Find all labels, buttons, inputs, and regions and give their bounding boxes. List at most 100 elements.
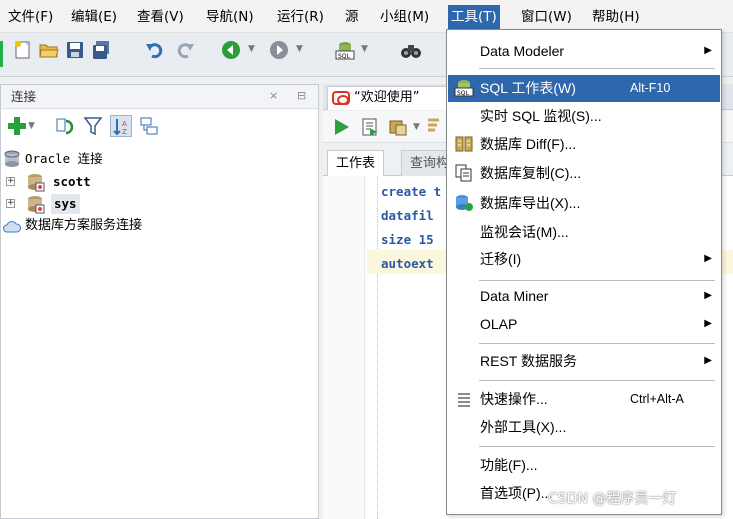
minimize-icon[interactable]: ⊟ bbox=[297, 89, 306, 103]
database-icon bbox=[3, 150, 21, 168]
svg-text:SQL: SQL bbox=[457, 90, 470, 97]
tree-label: 数据库方案服务连接 bbox=[25, 218, 143, 233]
database-copy-icon bbox=[454, 164, 474, 182]
menu-item-label: 功能(F)... bbox=[480, 457, 538, 473]
tab-welcome[interactable]: “欢迎使用” bbox=[327, 86, 457, 110]
menu-view[interactable]: 查看(V) bbox=[134, 7, 187, 27]
fold-guide bbox=[377, 176, 378, 519]
database-export-icon bbox=[454, 194, 474, 212]
watermark: CSDN @程序员一灯 bbox=[548, 491, 677, 507]
menu-item-database-export[interactable]: 数据库导出(X)... bbox=[448, 190, 720, 216]
expand-icon[interactable]: + bbox=[6, 199, 15, 208]
sort-icon[interactable]: AZ bbox=[110, 115, 132, 137]
menu-item-sql-worksheet[interactable]: SQL SQL 工作表(W) Alt-F10 bbox=[448, 75, 720, 102]
add-connection-icon[interactable] bbox=[6, 115, 28, 137]
menu-item-data-miner[interactable]: Data Miner ▶ bbox=[448, 283, 720, 309]
forward-dropdown-icon[interactable]: ▼ bbox=[296, 44, 303, 54]
menu-item-shortcut: Ctrl+Alt-A bbox=[630, 392, 684, 406]
menu-item-features[interactable]: 功能(F)... bbox=[448, 452, 720, 478]
tools-menu: Data Modeler ▶ SQL SQL 工作表(W) Alt-F10 实时… bbox=[446, 29, 722, 515]
menu-run[interactable]: 运行(R) bbox=[274, 7, 327, 27]
sql-dropdown-icon[interactable]: ▼ bbox=[361, 44, 368, 54]
menu-item-realtime-sql-monitor[interactable]: 实时 SQL 监视(S)... bbox=[448, 103, 720, 129]
menu-separator bbox=[479, 280, 715, 281]
connection-db-icon bbox=[25, 194, 45, 214]
connections-panel: 连接 × ⊟ ▼ AZ Oracle 连接 + scott + sys 数据库方… bbox=[0, 84, 319, 519]
code-line: autoext bbox=[381, 256, 434, 271]
cloud-icon bbox=[3, 220, 21, 233]
close-icon[interactable]: × bbox=[269, 89, 278, 103]
oracle-icon bbox=[332, 91, 350, 105]
code-line: size 15 bbox=[381, 232, 434, 247]
sql-worksheet-icon: SQL bbox=[454, 79, 474, 97]
menu-item-database-copy[interactable]: 数据库复制(C)... bbox=[448, 160, 720, 186]
connections-toolbar: ▼ AZ bbox=[6, 115, 306, 139]
connections-panel-title: 连接 bbox=[11, 89, 37, 104]
menu-item-label: OLAP bbox=[480, 316, 518, 332]
menu-help[interactable]: 帮助(H) bbox=[589, 7, 643, 27]
menu-item-rest-data-services[interactable]: REST 数据服务 ▶ bbox=[448, 348, 720, 374]
menu-item-label: Data Modeler bbox=[480, 43, 565, 59]
menu-item-shortcut: Alt-F10 bbox=[630, 81, 671, 95]
binoculars-icon[interactable] bbox=[400, 39, 422, 61]
menu-item-label: 首选项(P)... bbox=[480, 485, 553, 501]
menu-file[interactable]: 文件(F) bbox=[5, 7, 56, 27]
menu-edit[interactable]: 编辑(E) bbox=[68, 7, 120, 27]
save-icon[interactable] bbox=[64, 39, 86, 61]
run-script-icon[interactable] bbox=[359, 116, 381, 138]
menu-item-data-modeler[interactable]: Data Modeler ▶ bbox=[448, 38, 720, 64]
menu-tools[interactable]: 工具(T) bbox=[448, 5, 500, 29]
tree-label: sys bbox=[51, 194, 80, 214]
submenu-arrow-icon: ▶ bbox=[704, 253, 712, 264]
connections-panel-header: 连接 × ⊟ bbox=[1, 85, 318, 109]
menu-item-label: 数据库复制(C)... bbox=[480, 165, 582, 181]
submenu-arrow-icon: ▶ bbox=[704, 290, 712, 301]
menu-item-quick-actions[interactable]: 快速操作... Ctrl+Alt-A bbox=[448, 386, 720, 412]
sql-tuning-icon[interactable] bbox=[387, 116, 409, 138]
save-all-icon[interactable] bbox=[90, 39, 112, 61]
menu-item-olap[interactable]: OLAP ▶ bbox=[448, 311, 720, 337]
run-statement-icon[interactable] bbox=[331, 116, 353, 138]
menu-item-database-diff[interactable]: 数据库 Diff(F)... bbox=[448, 131, 720, 157]
tab-worksheet[interactable]: 工作表 bbox=[327, 150, 385, 176]
schema-browser-icon[interactable] bbox=[138, 115, 160, 137]
menu-navigate[interactable]: 导航(N) bbox=[203, 7, 257, 27]
menu-separator bbox=[479, 343, 715, 344]
refresh-icon[interactable] bbox=[54, 115, 76, 137]
menu-source[interactable]: 源 bbox=[342, 7, 362, 27]
filter-icon[interactable] bbox=[82, 115, 104, 137]
menu-separator bbox=[479, 446, 715, 447]
menu-item-label: 数据库 Diff(F)... bbox=[480, 136, 577, 152]
menu-item-label: Data Miner bbox=[480, 288, 549, 304]
menu-item-label: 数据库导出(X)... bbox=[480, 195, 581, 211]
back-dropdown-icon[interactable]: ▼ bbox=[248, 44, 255, 54]
redo-icon[interactable] bbox=[174, 39, 196, 61]
svg-text:A: A bbox=[122, 120, 127, 128]
tree-label: scott bbox=[53, 174, 91, 189]
submenu-arrow-icon: ▶ bbox=[704, 318, 712, 329]
explain-plan-icon[interactable] bbox=[425, 116, 447, 138]
forward-icon[interactable] bbox=[268, 39, 290, 61]
sql-icon[interactable]: SQL bbox=[334, 39, 356, 61]
menu-item-label: REST 数据服务 bbox=[480, 353, 577, 369]
new-file-icon[interactable] bbox=[12, 39, 34, 61]
menu-separator bbox=[479, 68, 715, 69]
svg-text:SQL: SQL bbox=[338, 53, 351, 60]
expand-icon[interactable]: + bbox=[6, 177, 15, 186]
tab-welcome-label: “欢迎使用” bbox=[354, 90, 420, 105]
undo-icon[interactable] bbox=[144, 39, 166, 61]
menu-item-monitor-sessions[interactable]: 监视会话(M)... bbox=[448, 219, 720, 245]
tree-label: Oracle 连接 bbox=[25, 151, 103, 166]
menu-item-label: 迁移(I) bbox=[480, 251, 522, 267]
add-dropdown-icon[interactable]: ▼ bbox=[28, 121, 50, 143]
database-diff-icon bbox=[454, 135, 474, 153]
back-icon[interactable] bbox=[220, 39, 242, 61]
menu-team[interactable]: 小组(M) bbox=[377, 7, 432, 27]
menu-window[interactable]: 窗口(W) bbox=[518, 7, 575, 27]
connection-db-icon bbox=[25, 172, 45, 192]
open-folder-icon[interactable] bbox=[38, 39, 60, 61]
menu-item-label: 快速操作... bbox=[480, 391, 548, 407]
svg-text:Z: Z bbox=[122, 128, 127, 136]
menu-item-migration[interactable]: 迁移(I) ▶ bbox=[448, 246, 720, 272]
menu-item-external-tools[interactable]: 外部工具(X)... bbox=[448, 414, 720, 440]
